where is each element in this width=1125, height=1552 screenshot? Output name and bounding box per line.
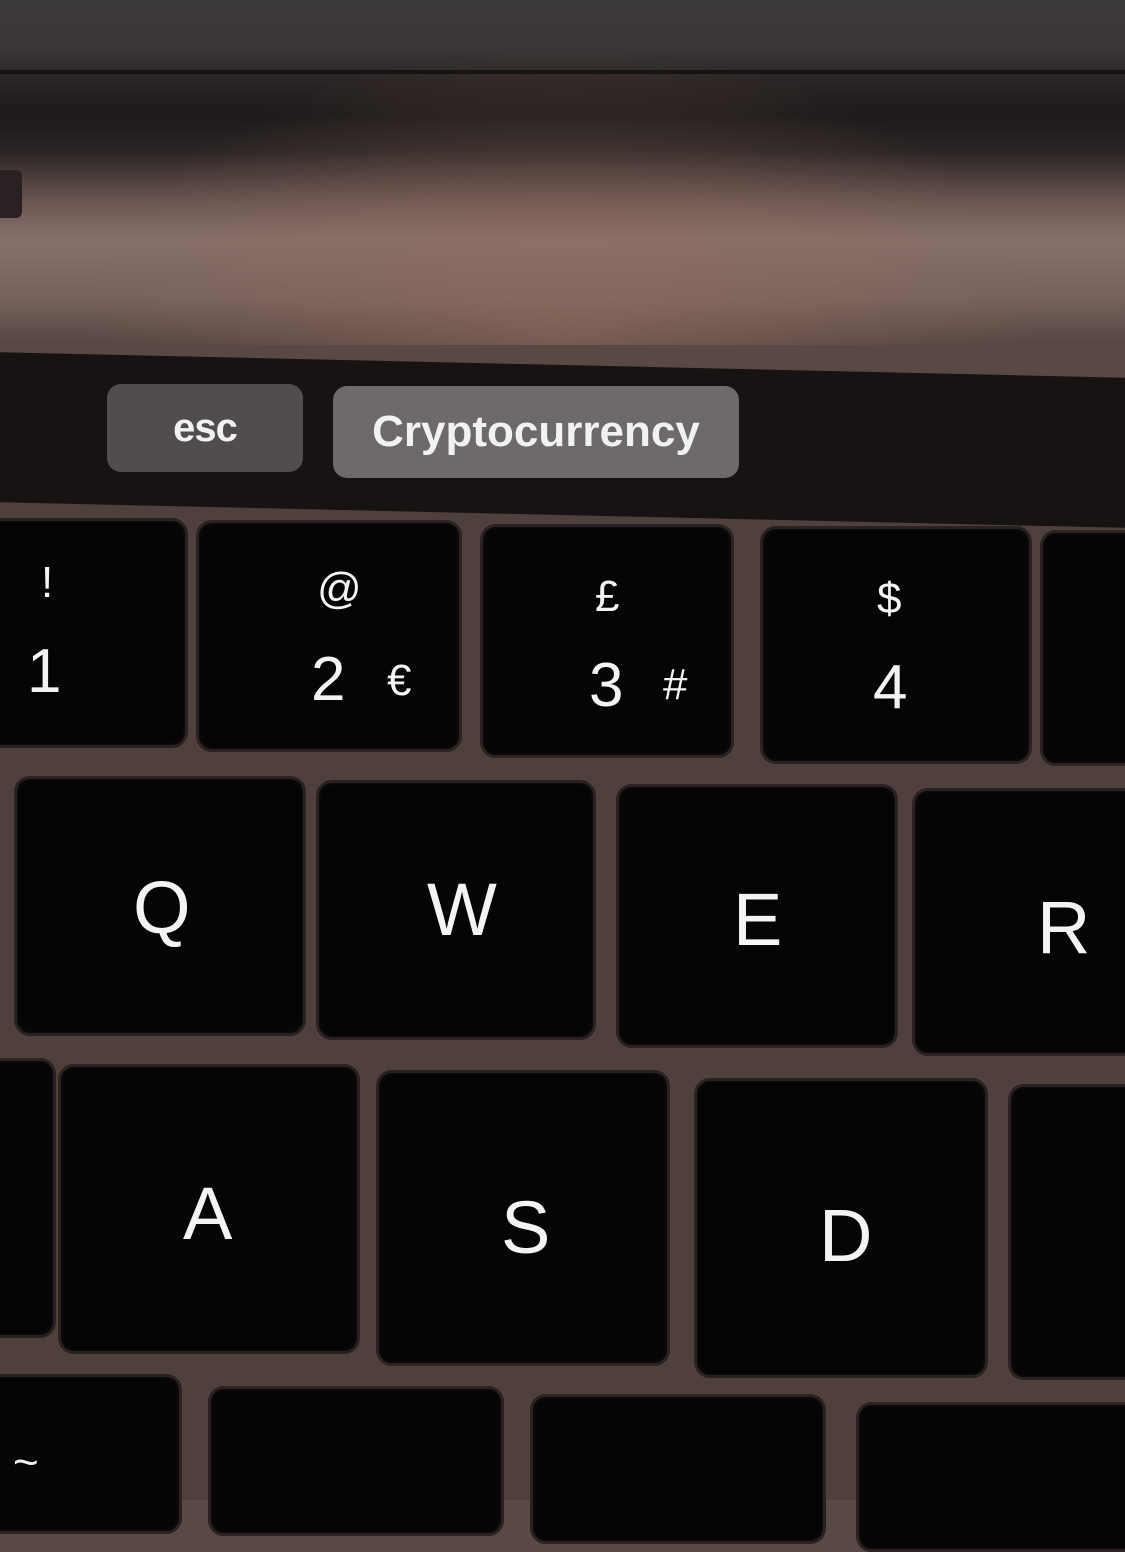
- key-3[interactable]: £ 3 #: [480, 524, 734, 758]
- key-3-alt: #: [663, 660, 688, 709]
- key-e[interactable]: E: [616, 784, 898, 1048]
- key-q-label: Q: [133, 866, 191, 949]
- key-a-label: A: [183, 1172, 233, 1255]
- key-w[interactable]: W: [316, 780, 596, 1040]
- key-4-main: 4: [873, 653, 908, 722]
- key-3-shift: £: [595, 572, 620, 621]
- key-a[interactable]: A: [58, 1064, 360, 1354]
- cryptocurrency-button[interactable]: Cryptocurrency: [333, 386, 739, 478]
- key-r[interactable]: R: [912, 788, 1125, 1056]
- key-r-label: R: [1037, 886, 1091, 969]
- key-f[interactable]: [1008, 1084, 1125, 1380]
- key-3-main: 3: [589, 651, 624, 720]
- key-d-label: D: [819, 1194, 873, 1277]
- key-z[interactable]: [208, 1386, 504, 1536]
- key-1[interactable]: ! 1: [0, 518, 188, 748]
- key-tilde-label: ~: [13, 1438, 39, 1487]
- key-2-shift: @: [317, 564, 362, 613]
- key-q[interactable]: Q: [14, 776, 306, 1036]
- key-4-shift: $: [877, 574, 902, 623]
- key-caps[interactable]: [0, 1058, 56, 1338]
- hinge: [0, 170, 22, 218]
- key-1-shift: !: [41, 558, 54, 607]
- key-4[interactable]: $ 4: [760, 526, 1032, 764]
- screen-edge: [0, 70, 1125, 74]
- key-s[interactable]: S: [376, 1070, 670, 1366]
- key-tilde[interactable]: ~: [0, 1374, 182, 1534]
- key-s-label: S: [501, 1186, 551, 1269]
- key-c[interactable]: [856, 1402, 1125, 1552]
- key-d[interactable]: D: [694, 1078, 988, 1378]
- key-2-main: 2: [311, 645, 346, 714]
- esc-button[interactable]: esc: [107, 384, 303, 472]
- key-w-label: W: [427, 868, 497, 951]
- key-1-main: 1: [27, 637, 62, 706]
- laptop-screen-bezel: [0, 0, 1125, 345]
- key-x[interactable]: [530, 1394, 826, 1544]
- key-e-label: E: [733, 878, 783, 961]
- key-2-alt: €: [387, 656, 412, 705]
- key-5[interactable]: [1040, 530, 1125, 766]
- key-2[interactable]: @ 2 €: [196, 520, 462, 752]
